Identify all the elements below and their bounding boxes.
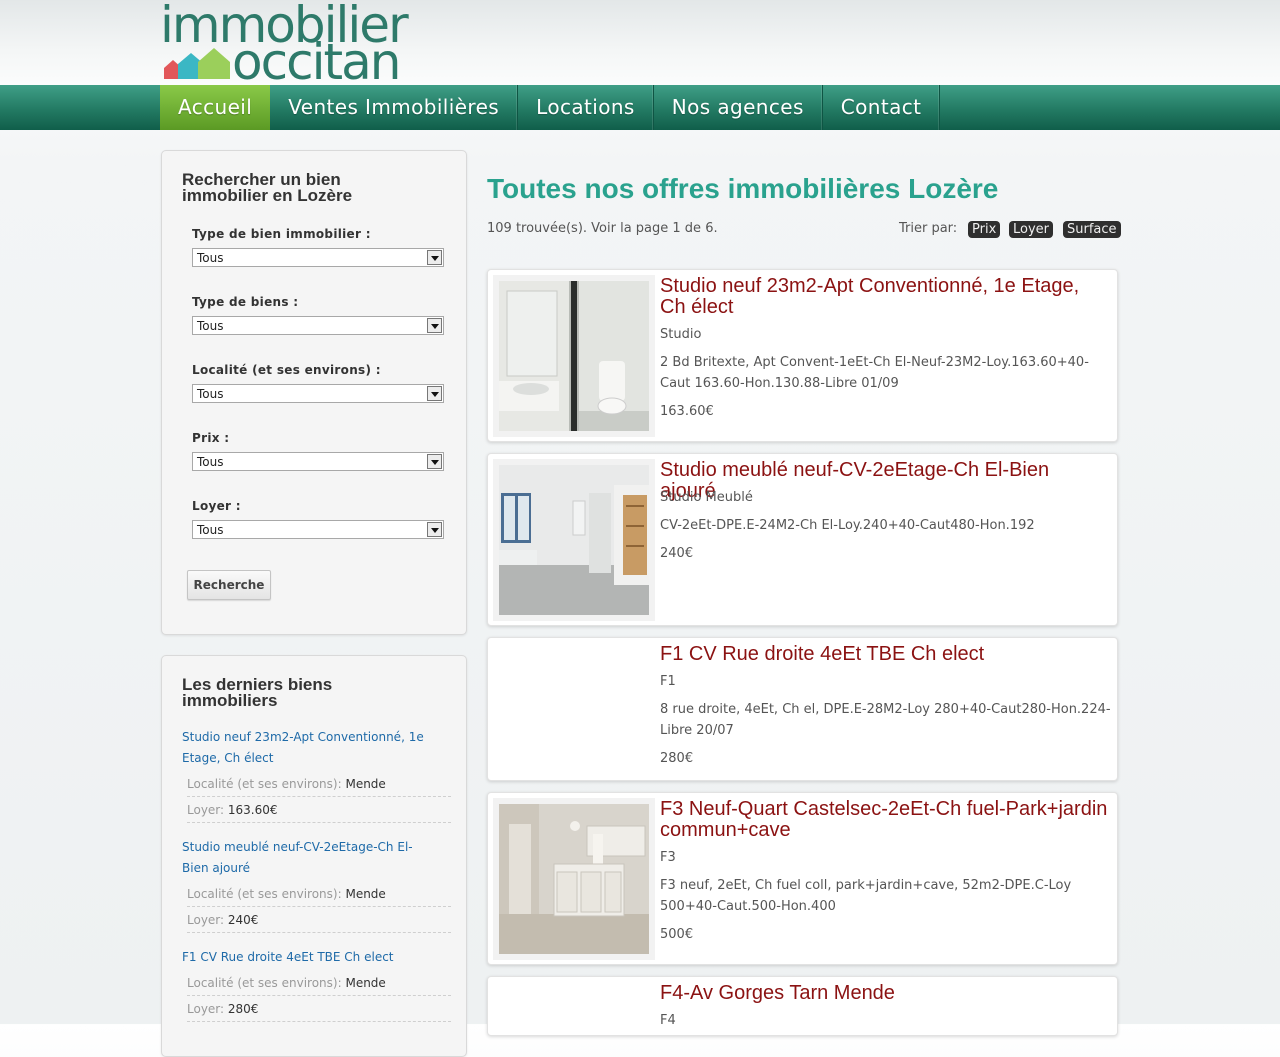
listing-title[interactable]: F1 CV Rue droite 4eEt TBE Ch elect [660,644,1110,665]
chevron-down-icon [427,250,442,265]
listing-price: 163.60€ [660,404,714,419]
chevron-down-icon [427,454,442,469]
location-value: Mende [345,777,386,791]
select-value: Tous [197,251,224,265]
field-label-type-bien: Type de bien immobilier : [192,227,371,241]
nav-accueil[interactable]: Accueil [160,85,271,130]
select-type-biens[interactable]: Tous [192,316,444,335]
listing-card: F1 CV Rue droite 4eEt TBE Ch elect F1 8 … [487,637,1118,781]
listing-title[interactable]: Studio neuf 23m2-Apt Conventionné, 1e Et… [660,276,1110,318]
select-value: Tous [197,455,224,469]
listing-description: 8 rue droite, 4eEt, Ch el, DPE.E-28M2-Lo… [660,702,1111,738]
select-type-bien[interactable]: Tous [192,248,444,267]
rent-value: 280€ [227,1002,259,1016]
listing-type: F3 [660,850,676,865]
latest-panel: Les derniers biens immobiliers Studio ne… [161,655,467,1057]
listing-title[interactable]: F4-Av Gorges Tarn Mende [660,983,1110,1004]
latest-item-link[interactable]: F1 CV Rue droite 4eEt TBE Ch elect [182,947,432,968]
field-label-loyer: Loyer : [192,499,241,513]
select-prix[interactable]: Tous [192,452,444,471]
field-label-prix: Prix : [192,431,230,445]
listing-photo[interactable] [493,275,655,437]
chevron-down-icon [427,522,442,537]
latest-item-location: Localité (et ses environs): Mende [187,971,451,996]
select-localite[interactable]: Tous [192,384,444,403]
sort-label: Trier par: [899,221,958,236]
listing-photo[interactable] [493,459,655,621]
nav-ventes[interactable]: Ventes Immobilières [270,85,519,130]
bathroom-photo [499,281,649,431]
listing-price: 240€ [660,546,694,561]
select-value: Tous [197,523,224,537]
field-label-localite: Localité (et ses environs) : [192,363,381,377]
listing-price: 280€ [660,751,694,766]
location-label: Localité (et ses environs): [187,777,342,791]
sort-surface-button[interactable]: Surface [1063,221,1121,238]
latest-item-rent: Loyer: 280€ [187,997,451,1022]
search-panel-title: Rechercher un bien immobilier en Lozère [182,170,353,205]
listing-card: F3 Neuf-Quart Castelsec-2eEt-Ch fuel-Par… [487,792,1118,965]
location-value: Mende [345,976,386,990]
rent-value: 163.60€ [227,803,278,817]
listing-card: Studio neuf 23m2-Apt Conventionné, 1e Et… [487,269,1118,442]
listing-type: Studio [660,327,702,342]
listing-description: F3 neuf, 2eEt, Ch fuel coll, park+jardin… [660,878,1072,914]
rent-label: Loyer: [187,913,225,927]
main-nav: Accueil Ventes Immobilières Locations Nos a… [0,85,1280,130]
location-value: Mende [345,887,386,901]
location-label: Localité (et ses environs): [187,887,342,901]
sort-prix-button[interactable]: Prix [968,221,1001,238]
sort-loyer-button[interactable]: Loyer [1009,221,1054,238]
results-count: 109 trouvée(s). Voir la page 1 de 6. [487,221,718,236]
location-label: Localité (et ses environs): [187,976,342,990]
search-button[interactable]: Recherche [187,570,271,600]
listing-description: 2 Bd Britexte, Apt Convent-1eEt-Ch El-Ne… [660,355,1089,391]
kitchen-photo [499,804,649,954]
header-bar: immobilier occitan [0,0,1280,85]
logo-line2: occitan [232,33,399,82]
chevron-down-icon [427,386,442,401]
latest-item-link[interactable]: Studio neuf 23m2-Apt Conventionné, 1e Et… [182,727,432,769]
latest-item-link[interactable]: Studio meublé neuf-CV-2eEtage-Ch El-Bien… [182,837,432,879]
field-label-type-biens: Type de biens : [192,295,299,309]
nav-agences[interactable]: Nos agences [654,85,823,130]
rent-label: Loyer: [187,1002,225,1016]
listing-type: F4 [660,1013,676,1028]
room-photo [499,465,649,615]
chevron-down-icon [427,318,442,333]
latest-item-location: Localité (et ses environs): Mende [187,772,451,797]
site-logo[interactable]: immobilier occitan [160,2,418,82]
listing-description: CV-2eEt-DPE.E-24M2-Ch El-Loy.240+40-Caut… [660,518,1035,533]
latest-item-rent: Loyer: 163.60€ [187,798,451,823]
rent-value: 240€ [227,913,259,927]
search-panel: Rechercher un bien immobilier en Lozère … [161,150,467,635]
listing-price: 500€ [660,927,694,942]
nav-locations[interactable]: Locations [518,85,654,130]
select-value: Tous [197,387,224,401]
select-value: Tous [197,319,224,333]
latest-item-location: Localité (et ses environs): Mende [187,882,451,907]
nav-contact[interactable]: Contact [823,85,941,130]
latest-panel-title: Les derniers biens immobiliers [182,675,333,710]
select-loyer[interactable]: Tous [192,520,444,539]
listing-type: F1 [660,674,676,689]
rent-label: Loyer: [187,803,225,817]
listing-card: Studio meublé neuf-CV-2eEtage-Ch El-Bien… [487,453,1118,626]
listing-card: F4-Av Gorges Tarn Mende F4 [487,976,1118,1036]
latest-item-rent: Loyer: 240€ [187,908,451,933]
listing-type: Studio Meublé [660,490,753,505]
listing-photo[interactable] [493,798,655,960]
listing-title[interactable]: F3 Neuf-Quart Castelsec-2eEt-Ch fuel-Par… [660,799,1110,841]
page-title: Toutes nos offres immobilières Lozère [487,173,999,204]
